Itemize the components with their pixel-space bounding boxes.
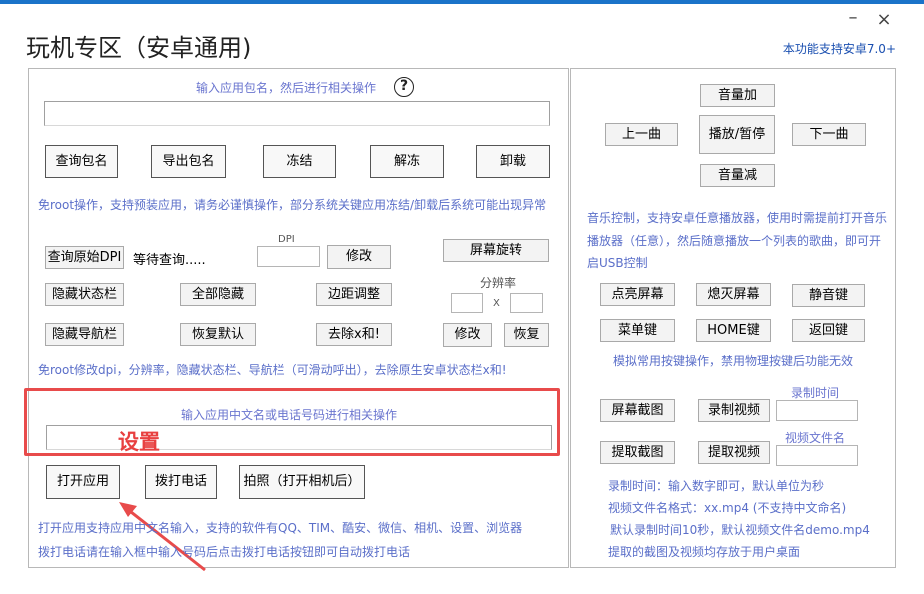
minimize-button[interactable]: – <box>843 9 863 30</box>
hide-all-button[interactable]: 全部隐藏 <box>180 283 256 306</box>
package-input[interactable] <box>44 101 550 126</box>
export-package-button[interactable]: 导出包名 <box>151 145 226 178</box>
capture-note-1: 录制时间：输入数字即可，默认单位为秒 <box>608 479 825 493</box>
play-pause-button[interactable]: 播放/暂停 <box>699 115 775 154</box>
dpi-status: 等待查询..... <box>133 253 206 268</box>
capture-note-2: 视频文件名格式：xx.mp4 (不支持中文命名) <box>608 501 847 515</box>
restore-default-button[interactable]: 恢复默认 <box>180 323 256 346</box>
rotate-screen-button[interactable]: 屏幕旋转 <box>443 239 549 262</box>
modify-resolution-button[interactable]: 修改 <box>443 323 492 347</box>
remove-xhe-button[interactable]: 去除x和! <box>316 323 392 346</box>
uninstall-button[interactable]: 卸载 <box>476 145 550 178</box>
query-dpi-button[interactable]: 查询原始DPI <box>45 246 124 269</box>
app-note-1: 打开应用支持应用中文名输入，支持的软件有QQ、TIM、酷安、微信、相机、设置、浏… <box>38 521 523 535</box>
previous-track-button[interactable]: 上一曲 <box>605 123 678 146</box>
capture-note-3: 默认录制时间10秒，默认视频文件名demo.mp4 <box>610 523 870 537</box>
menu-key-button[interactable]: 菜单键 <box>600 319 675 342</box>
volume-up-button[interactable]: 音量加 <box>700 84 775 107</box>
volume-down-button[interactable]: 音量减 <box>700 164 775 187</box>
restore-resolution-button[interactable]: 恢复 <box>504 323 549 347</box>
open-app-button[interactable]: 打开应用 <box>46 465 120 499</box>
resolution-height-input[interactable] <box>510 293 543 313</box>
package-hint: 输入应用包名，然后进行相关操作 <box>196 81 377 95</box>
music-note-line-3: 启USB控制 <box>587 256 648 270</box>
capture-note-4: 提取的截图及视频均存放于用户桌面 <box>608 545 801 559</box>
back-key-button[interactable]: 返回键 <box>792 319 865 342</box>
screenshot-button[interactable]: 屏幕截图 <box>600 399 675 422</box>
record-time-label: 录制时间 <box>791 386 840 400</box>
window-title: 玩机专区（安卓通用) <box>26 34 252 62</box>
video-name-input[interactable] <box>776 445 858 466</box>
home-key-button[interactable]: HOME键 <box>696 319 771 342</box>
resolution-label: 分辨率 <box>480 276 517 290</box>
record-time-input[interactable] <box>776 400 858 421</box>
record-video-button[interactable]: 录制视频 <box>698 399 770 422</box>
display-note: 免root修改dpi，分辨率，隐藏状态栏、导航栏（可滑动呼出），去除原生安卓状态… <box>38 363 507 377</box>
keys-note: 模拟常用按键操作，禁用物理按键后功能无效 <box>613 354 854 368</box>
main-window: – × 玩机专区（安卓通用) 本功能支持安卓7.0+ 输入应用包名，然后进行相关… <box>0 0 924 594</box>
package-warning: 免root操作，支持预装应用，请务必谨慎操作，部分系统关键应用冻结/卸载后系统可… <box>38 198 547 212</box>
extract-video-button[interactable]: 提取视频 <box>698 441 770 464</box>
app-hint: 输入应用中文名或电话号码进行相关操作 <box>181 408 398 422</box>
screen-off-button[interactable]: 熄灭屏幕 <box>696 283 771 306</box>
dpi-input[interactable] <box>257 246 320 267</box>
extract-screenshot-button[interactable]: 提取截图 <box>600 441 675 464</box>
take-photo-button[interactable]: 拍照（打开相机后） <box>239 465 365 499</box>
modify-dpi-button[interactable]: 修改 <box>327 245 391 269</box>
screen-on-button[interactable]: 点亮屏幕 <box>600 283 675 306</box>
annotation-setting-label: 设置 <box>118 430 160 454</box>
next-track-button[interactable]: 下一曲 <box>792 123 866 146</box>
close-button[interactable]: × <box>874 10 894 30</box>
version-note: 本功能支持安卓7.0+ <box>782 42 896 56</box>
app-note-2: 拨打电话请在输入框中输入号码后点击拨打电话按钮即可自动拨打电话 <box>38 545 411 559</box>
hide-nav-bar-button[interactable]: 隐藏导航栏 <box>45 323 124 346</box>
query-package-button[interactable]: 查询包名 <box>45 145 118 178</box>
hide-status-bar-button[interactable]: 隐藏状态栏 <box>45 283 124 306</box>
margin-adjust-button[interactable]: 边距调整 <box>316 283 392 306</box>
music-note-line-1: 音乐控制，支持安卓任意播放器，使用时需提前打开音乐 <box>587 211 888 225</box>
make-call-button[interactable]: 拨打电话 <box>145 465 217 499</box>
mute-key-button[interactable]: 静音键 <box>792 284 865 307</box>
unfreeze-button[interactable]: 解冻 <box>370 145 444 178</box>
video-name-label: 视频文件名 <box>785 431 846 445</box>
resolution-width-input[interactable] <box>451 293 483 313</box>
music-note-line-2: 播放器（任意），然后随意播放一个列表的歌曲，即可开 <box>587 234 882 248</box>
resolution-x-label: X <box>493 298 500 309</box>
dpi-label: DPI <box>278 234 295 245</box>
freeze-button[interactable]: 冻结 <box>263 145 336 178</box>
help-icon[interactable]: ? <box>394 77 414 97</box>
